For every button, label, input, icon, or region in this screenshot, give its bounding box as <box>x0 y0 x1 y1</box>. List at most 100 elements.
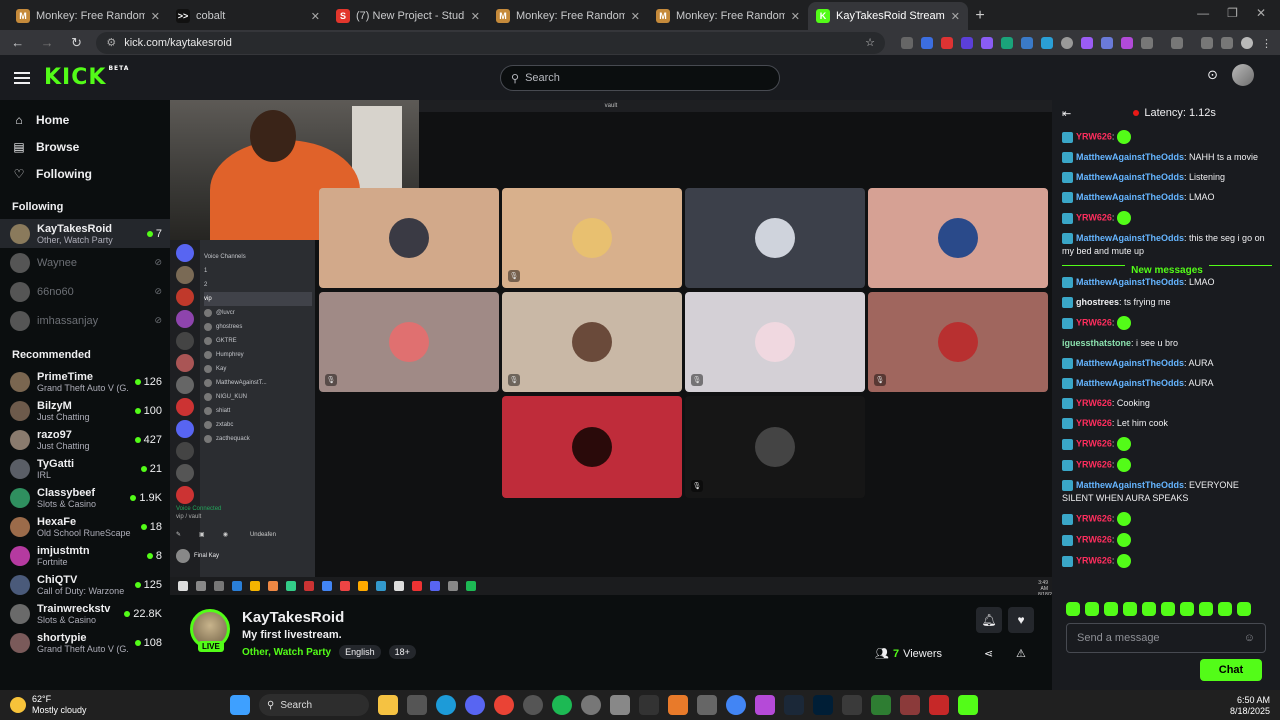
channel-item[interactable]: Waynee ⊘ <box>0 248 170 277</box>
start-button-icon[interactable] <box>230 695 250 715</box>
close-tab-icon[interactable]: ✕ <box>951 10 960 23</box>
channel-item[interactable]: shortypie Grand Theft Auto V (G... 108 <box>0 628 170 657</box>
share-icon[interactable]: ⋖ <box>984 647 993 660</box>
channel-item[interactable]: ChiQTV Call of Duty: Warzone 125 <box>0 570 170 599</box>
app-icon[interactable] <box>871 695 891 715</box>
chat-message-input[interactable]: Send a message ☺ <box>1066 623 1266 653</box>
file-explorer-icon[interactable] <box>378 695 398 715</box>
chat-username[interactable]: YRW626 <box>1076 459 1112 469</box>
collapse-chat-icon[interactable]: ⇤ <box>1062 107 1071 120</box>
channel-item[interactable]: 66no60 ⊘ <box>0 277 170 306</box>
emote-icon[interactable] <box>1180 602 1194 616</box>
forward-icon[interactable]: → <box>37 35 56 50</box>
chat-username[interactable]: MatthewAgainstTheOdds <box>1076 480 1184 490</box>
emote-icon[interactable] <box>1199 602 1213 616</box>
chat-username[interactable]: YRW626 <box>1076 418 1112 428</box>
nav-following[interactable]: ♡ Following <box>0 160 170 187</box>
new-tab-icon[interactable]: + <box>968 2 992 30</box>
store-icon[interactable] <box>407 695 427 715</box>
chat-username[interactable]: iguessthatstone <box>1062 338 1131 348</box>
emote-icon[interactable] <box>1085 602 1099 616</box>
maximize-icon[interactable]: ❐ <box>1227 6 1238 20</box>
chat-username[interactable]: YRW626 <box>1076 555 1112 565</box>
sidepanel-icon[interactable] <box>1170 36 1183 49</box>
extension-icon[interactable] <box>1080 36 1093 49</box>
follow-heart-button[interactable]: ♥ <box>1008 607 1034 633</box>
app-icon[interactable] <box>668 695 688 715</box>
search-input[interactable]: ⚲ Search <box>500 65 780 91</box>
emoji-picker-icon[interactable]: ☺ <box>1244 632 1255 644</box>
channel-item[interactable]: imhassanjay ⊘ <box>0 306 170 335</box>
chat-username[interactable]: MatthewAgainstTheOdds <box>1076 358 1184 368</box>
streamer-name[interactable]: KayTakesRoid <box>242 609 344 626</box>
weather-widget[interactable]: 62°F Mostly cloudy <box>10 694 87 716</box>
media-icon[interactable] <box>1220 36 1233 49</box>
extension-icon[interactable] <box>1060 36 1073 49</box>
chat-username[interactable]: MatthewAgainstTheOdds <box>1076 192 1184 202</box>
app-icon[interactable] <box>697 695 717 715</box>
stream-category[interactable]: Other, Watch Party <box>242 647 331 658</box>
browser-tab[interactable]: S (7) New Project - Studio ✕ <box>328 2 488 30</box>
chat-send-button[interactable]: Chat <box>1200 659 1262 681</box>
app-icon[interactable] <box>639 695 659 715</box>
browser-tab[interactable]: K KayTakesRoid Stream - Watch L ✕ <box>808 2 968 30</box>
app-icon[interactable] <box>610 695 630 715</box>
extension-icon[interactable] <box>960 36 973 49</box>
close-window-icon[interactable]: ✕ <box>1256 6 1266 20</box>
tag-language[interactable]: English <box>339 645 381 659</box>
notifications-icon[interactable]: ⊙ <box>1207 67 1218 83</box>
close-tab-icon[interactable]: ✕ <box>791 10 800 23</box>
bookmark-star-icon[interactable]: ☆ <box>865 36 875 49</box>
channel-item[interactable]: Trainwreckstv Slots & Casino 22.8K <box>0 599 170 628</box>
chat-username[interactable]: MatthewAgainstTheOdds <box>1076 172 1184 182</box>
chat-username[interactable]: YRW626 <box>1076 534 1112 544</box>
photoshop-icon[interactable] <box>813 695 833 715</box>
app-icon[interactable] <box>726 695 746 715</box>
app-icon[interactable] <box>958 695 978 715</box>
channel-item[interactable]: Classybeef Slots & Casino 1.9K <box>0 483 170 512</box>
app-icon[interactable] <box>842 695 862 715</box>
channel-item[interactable]: BilzyM Just Chatting 100 <box>0 396 170 425</box>
puzzle-icon[interactable] <box>1140 36 1153 49</box>
app-icon[interactable] <box>755 695 775 715</box>
chat-username[interactable]: MatthewAgainstTheOdds <box>1076 378 1184 388</box>
chat-username[interactable]: YRW626 <box>1076 317 1112 327</box>
channel-item[interactable]: HexaFe Old School RuneScape 18 <box>0 512 170 541</box>
hamburger-menu-icon[interactable] <box>14 71 30 84</box>
app-icon[interactable] <box>581 695 601 715</box>
notification-bell-button[interactable]: 🔔︎ <box>976 607 1002 633</box>
browser-tab[interactable]: M Monkey: Free Random Video C ✕ <box>8 2 168 30</box>
close-tab-icon[interactable]: ✕ <box>471 10 480 23</box>
nav-home[interactable]: ⌂ Home <box>0 106 170 133</box>
app-icon[interactable] <box>900 695 920 715</box>
chrome-icon[interactable] <box>494 695 514 715</box>
profile-avatar[interactable] <box>1240 36 1253 49</box>
browser-tab[interactable]: M Monkey: Free Random Video C ✕ <box>648 2 808 30</box>
chat-username[interactable]: YRW626 <box>1076 513 1112 523</box>
channel-item[interactable]: TyGatti IRL 21 <box>0 454 170 483</box>
extension-icon[interactable] <box>1020 36 1033 49</box>
chat-username[interactable]: YRW626 <box>1076 438 1112 448</box>
site-info-icon[interactable]: ⚙ <box>106 36 116 49</box>
reload-icon[interactable]: ↻ <box>67 35 86 51</box>
close-tab-icon[interactable]: ✕ <box>151 10 160 23</box>
channel-item[interactable]: imjustmtn Fortnite 8 <box>0 541 170 570</box>
browser-tab[interactable]: M Monkey: Free Random Video C ✕ <box>488 2 648 30</box>
back-icon[interactable]: ← <box>8 35 27 50</box>
extension-icon[interactable] <box>1040 36 1053 49</box>
channel-item[interactable]: PrimeTime Grand Theft Auto V (G... 126 <box>0 367 170 396</box>
extension-icon[interactable] <box>940 36 953 49</box>
extension-icon[interactable] <box>980 36 993 49</box>
extension-icon[interactable] <box>900 36 913 49</box>
chat-username[interactable]: YRW626 <box>1076 212 1112 222</box>
user-avatar[interactable] <box>1232 64 1254 86</box>
close-tab-icon[interactable]: ✕ <box>631 10 640 23</box>
chat-username[interactable]: MatthewAgainstTheOdds <box>1076 233 1184 243</box>
kick-logo[interactable]: KICK BETA <box>44 65 129 90</box>
extension-icon[interactable] <box>920 36 933 49</box>
chat-username[interactable]: YRW626 <box>1076 131 1112 141</box>
emote-icon[interactable] <box>1066 602 1080 616</box>
chat-username[interactable]: YRW626 <box>1076 398 1112 408</box>
close-tab-icon[interactable]: ✕ <box>311 10 320 23</box>
report-icon[interactable]: ⚠ <box>1016 647 1026 660</box>
